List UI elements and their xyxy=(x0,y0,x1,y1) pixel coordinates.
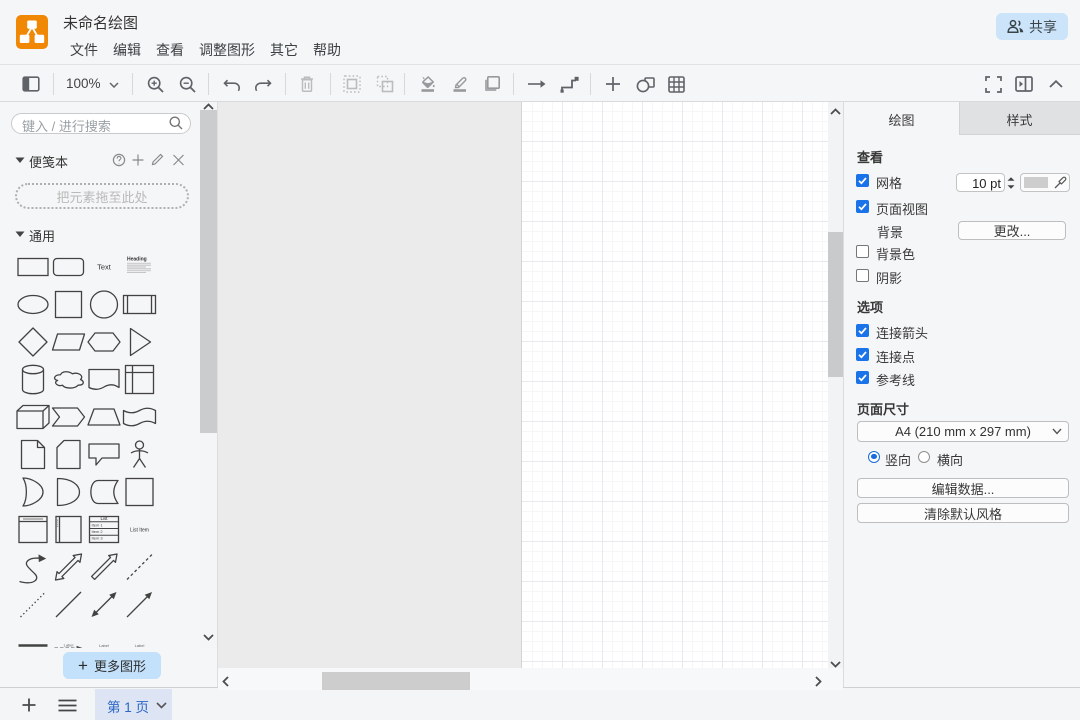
svg-text:Text: Text xyxy=(97,263,112,272)
svg-text:Label: Label xyxy=(135,643,145,648)
svg-text:Label: Label xyxy=(99,643,109,648)
svg-text:Label: Label xyxy=(64,643,74,648)
svg-text:Item 1: Item 1 xyxy=(92,523,104,528)
svg-text:Item 2: Item 2 xyxy=(92,529,104,534)
svg-text:List: List xyxy=(100,516,108,521)
svg-text:Item 3: Item 3 xyxy=(92,536,104,541)
svg-text:Heading: Heading xyxy=(127,257,147,263)
svg-text:List Item: List Item xyxy=(130,528,149,534)
